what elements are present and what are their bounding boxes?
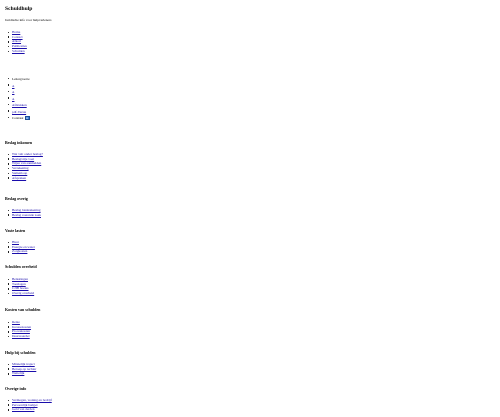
pdf-link[interactable]: pdf-Versie [12,110,26,114]
list-item: Deurwaarder [0,334,31,339]
section-heading-vaste-lasten: Vaste lasten [5,228,26,233]
contrast-toggle-icon[interactable]: A [24,116,30,121]
section-link[interactable]: Afspraken [12,176,26,180]
section-heading-hulp-bij-schulden: Hulp bij schulden [5,350,36,355]
section-heading-beslag-overig: Beslag overig [5,196,28,201]
section-link[interactable]: CJIB boetes [12,286,28,290]
section-heading-beslag-inkomen: Beslag inkomen [5,140,33,145]
text-size-small-link[interactable]: A [12,84,14,88]
section-link[interactable]: Proceskosten [12,329,30,333]
section-link[interactable]: Beroep op rechter [12,367,36,371]
list-item: Overig overheid [0,291,34,296]
section-link[interactable]: Verrekening [12,166,29,170]
section-list-overige-info: Vermogen, woning en bedrijf Persoonlijk … [0,398,52,412]
section-link[interactable]: Beslag bankrekening [12,208,41,212]
section-list-beslag-inkomen: Wat valt onder beslag? Beslagvrije voet … [0,152,43,180]
section-link[interactable]: Persoonlijk budget [12,403,38,407]
section-link[interactable]: Wettelijk [12,371,24,375]
section-link[interactable]: Deurwaarder [12,334,30,338]
contrast-label: Contrast [12,116,24,120]
page: Schuldhulp Juridische info voor hulpverl… [0,0,500,417]
nav-link-schulden[interactable]: Schulden [12,49,25,53]
section-link[interactable]: Samenloop [12,171,27,175]
site-tagline: Juridische info voor hulpverleners [5,18,52,22]
section-list-vaste-lasten: Huur Energie en water Zorgkosten [0,240,35,254]
section-heading-kosten-van-schulden: Kosten van schulden [5,307,41,312]
section-link[interactable]: Vermogen, woning en bedrijf [12,398,52,402]
list-item: Wettelijk [0,371,36,376]
page-tools: Lettergrootte A A A Afdrukken pdf-Versie… [0,76,30,122]
section-link[interactable]: Minnelijk traject [12,362,35,366]
section-link[interactable]: Energie en water [12,245,35,249]
list-item: Beslag roerende zaak [0,213,41,218]
section-link[interactable]: Wat valt onder beslag? [12,152,43,156]
site-title: Schuldhulp [5,6,33,12]
section-link[interactable]: Beslagvrije voet [12,157,34,161]
section-link[interactable]: Belastingen [12,277,28,281]
section-link[interactable]: Wijze van aanmelden [12,161,41,165]
print-link[interactable]: Afdrukken [12,103,27,107]
nav-item-schulden: Schulden [0,49,27,54]
section-link[interactable]: Geld van derden [12,407,34,411]
text-size-large-link[interactable]: A [12,97,14,101]
section-list-hulp-bij-schulden: Minnelijk traject Beroep op rechter Wett… [0,362,36,376]
section-link[interactable]: Incassokosten [12,325,31,329]
section-heading-schulden-overheid: Schulden overheid [5,264,37,269]
main-nav: Home Contact Afkort Publicaties Schulden [0,30,27,54]
text-size-medium-link[interactable]: A [12,90,14,94]
nav-link-publicaties[interactable]: Publicaties [12,44,27,48]
section-list-kosten-van-schulden: Rente Incassokosten Proceskosten Deurwaa… [0,320,31,339]
text-size-label: Lettergrootte [12,77,30,81]
nav-link-home[interactable]: Home [12,30,20,34]
list-item: Geld van derden [0,407,52,412]
section-link[interactable]: Overig overheid [12,291,34,295]
section-link[interactable]: Toeslagen [12,282,26,286]
section-link[interactable]: Zorgkosten [12,249,27,253]
list-item: Zorgkosten [0,249,35,254]
section-link[interactable]: Beslag roerende zaak [12,213,41,217]
section-list-beslag-overig: Beslag bankrekening Beslag roerende zaak [0,208,41,217]
section-list-schulden-overheid: Belastingen Toeslagen CJIB boetes Overig… [0,277,34,296]
section-link[interactable]: Huur [12,240,19,244]
nav-link-afkort[interactable]: Afkort [12,39,21,43]
tool-contrast: Contrast A [0,115,30,122]
section-heading-overige-info: Overige info [5,386,27,391]
list-item: Afspraken [0,176,43,181]
nav-link-contact[interactable]: Contact [12,35,23,39]
section-link[interactable]: Rente [12,320,20,324]
